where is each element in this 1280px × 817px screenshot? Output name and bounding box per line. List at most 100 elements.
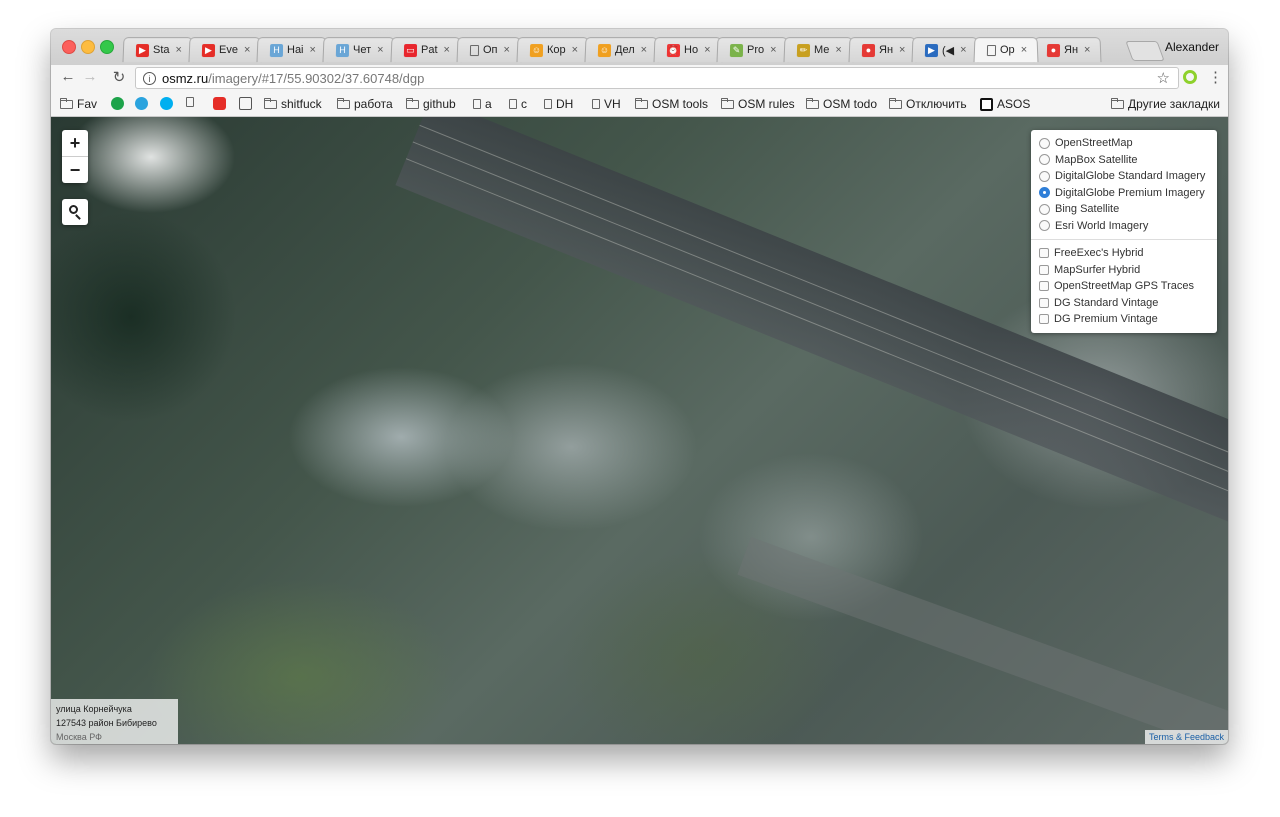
close-tab-icon[interactable]: × [175,44,182,56]
bookmark-3[interactable] [160,97,173,110]
back-button[interactable]: ← [58,68,78,85]
base-layer-option[interactable]: MapBox Satellite [1031,152,1217,169]
base-layer-option[interactable]: OpenStreetMap [1031,135,1217,152]
overlay-option[interactable]: MapSurfer Hybrid [1031,262,1217,279]
base-layer-option[interactable]: DigitalGlobe Standard Imagery [1031,168,1217,185]
tab-11[interactable]: ● Ян × [848,37,917,63]
tab-4[interactable]: ▭ Pat × [390,37,462,63]
forward-button[interactable]: → [80,68,100,85]
tab-9[interactable]: ✎ Pro × [716,37,789,63]
tab-2[interactable]: H Наі × [256,37,328,63]
close-tab-icon[interactable]: × [571,44,578,56]
page-icon [186,97,194,107]
bookmark-2[interactable] [135,97,148,110]
close-tab-icon[interactable]: × [960,44,967,56]
bookmark-label: Fav [77,97,98,111]
overlay-checkbox[interactable] [1039,264,1049,275]
info-icon[interactable]: i [143,71,156,85]
radio-button[interactable] [1039,203,1050,215]
tab-10[interactable]: ✏ Ме × [783,37,854,63]
close-tab-icon[interactable]: × [704,44,711,56]
close-tab-icon[interactable]: × [640,44,647,56]
overlay-checkbox[interactable] [1039,297,1049,308]
other-bookmarks[interactable]: Другие закладки [1111,97,1220,111]
bookmark-13[interactable]: VH [592,97,621,111]
zoom-out-button[interactable]: − [62,156,88,183]
base-layer-option[interactable]: DigitalGlobe Premium Imagery [1031,185,1217,202]
overlay-option[interactable]: OpenStreetMap GPS Traces [1031,278,1217,295]
address-info: улица Корнейчука 127543 район Бибирево Мос… [51,699,178,744]
bookmark-label: OSM todo [823,97,878,111]
bookmark-5[interactable] [213,97,226,110]
tab-5[interactable]: Оп × [456,37,522,63]
radio-selected[interactable] [1039,187,1050,199]
close-tab-icon[interactable]: × [377,44,384,56]
overlay-option[interactable]: DG Premium Vintage [1031,311,1217,328]
radio-button[interactable] [1039,137,1050,149]
bookmark-12[interactable]: DH [544,97,573,111]
bookmark-6[interactable] [239,97,252,110]
close-tab-icon[interactable]: × [899,44,906,56]
overlay-checkbox[interactable] [1039,248,1049,259]
radio-button[interactable] [1039,220,1050,232]
radio-button[interactable] [1039,170,1050,182]
bookmark-0[interactable]: Fav [60,97,97,111]
zoom-in-button[interactable]: + [62,130,88,156]
base-layer-option[interactable]: Bing Satellite [1031,201,1217,218]
bookmark-label: OSM tools [652,97,709,111]
tab-8[interactable]: ⏰ Но × [653,37,722,63]
bookmark-17[interactable]: Отключить [889,97,967,111]
bookmark-8[interactable]: работа [337,97,393,111]
close-tab-icon[interactable]: × [503,44,510,56]
overlay-checkbox[interactable] [1039,314,1049,325]
close-tab-icon[interactable]: × [770,44,777,56]
map-search-button[interactable] [62,199,88,225]
bookmark-4[interactable] [186,97,194,107]
close-tab-icon[interactable]: × [1084,44,1091,56]
overlay-option[interactable]: DG Standard Vintage [1031,295,1217,312]
tab-1[interactable]: ▶ Eve × [188,37,262,63]
close-tab-icon[interactable]: × [310,44,317,56]
minimize-window-button[interactable] [81,40,95,54]
tab-7[interactable]: ☺ Дел × [584,37,659,63]
tab-6[interactable]: ☺ Кор × [516,37,590,63]
bookmark-1[interactable] [111,97,124,110]
bookmark-9[interactable]: github [406,97,456,111]
bookmark-star-icon[interactable]: ☆ [1157,69,1170,87]
close-tab-icon[interactable]: × [244,44,251,56]
reload-button[interactable]: ↻ [109,68,129,86]
tab-12[interactable]: ▶ (◀ × [911,37,979,63]
close-tab-icon[interactable]: × [835,44,842,56]
fullscreen-window-button[interactable] [100,40,114,54]
overlay-option[interactable]: FreeExec's Hybrid [1031,245,1217,262]
overlay-checkbox[interactable] [1039,281,1049,292]
close-window-button[interactable] [62,40,76,54]
bookmark-16[interactable]: OSM todo [806,97,877,111]
new-tab-button[interactable] [1125,41,1165,61]
tab-0[interactable]: ▶ Sta × [122,37,194,63]
tab-13[interactable]: Op × [973,37,1039,63]
base-layer-label: Bing Satellite [1055,203,1120,216]
radio-button[interactable] [1039,154,1050,166]
map-view[interactable]: + − OpenStreetMap MapBox Satellite Digital… [51,117,1228,744]
close-tab-icon[interactable]: × [443,44,450,56]
page-icon [473,99,481,109]
tab-14[interactable]: ● Ян × [1033,37,1102,63]
bookmark-10[interactable]: a [473,97,492,111]
bookmark-18[interactable]: ASOS [980,97,1030,111]
terms-feedback-link[interactable]: Terms & Feedback [1144,730,1228,744]
browser-menu-icon[interactable]: ⋮ [1208,68,1223,86]
extension-icon[interactable] [1183,70,1197,84]
bookmark-11[interactable]: c [509,97,527,111]
bookmark-14[interactable]: OSM tools [635,97,708,111]
tab-3[interactable]: H Чет × [322,37,396,63]
skype-icon [160,97,173,110]
youtube-icon [213,97,226,110]
address-bar[interactable]: i osmz.ru/imagery/#17/55.90302/37.60748/… [135,67,1179,89]
bookmark-7[interactable]: shitfuck [264,97,322,111]
yandex-maps-icon: ● [861,43,875,57]
bookmark-15[interactable]: OSM rules [721,97,795,111]
profile-name[interactable]: Alexander [1165,40,1219,54]
close-tab-icon[interactable]: × [1020,44,1027,56]
base-layer-option[interactable]: Esri World Imagery [1031,218,1217,235]
